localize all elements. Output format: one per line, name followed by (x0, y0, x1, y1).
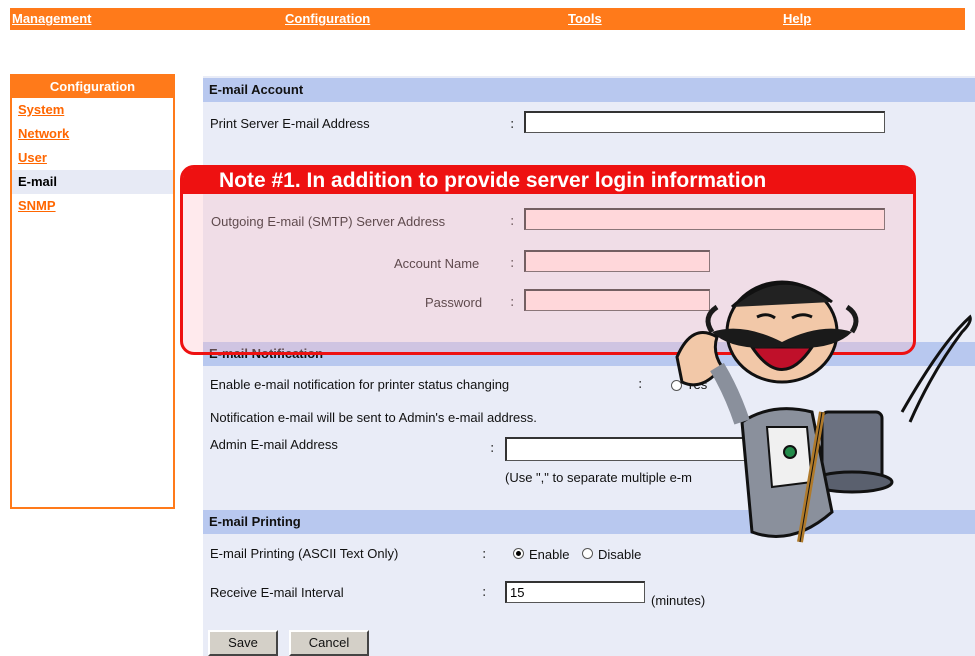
save-button[interactable]: Save (208, 630, 278, 656)
colon: : (482, 585, 487, 600)
colon: : (482, 547, 487, 562)
top-navigation-bar: Management Configuration Tools Help (10, 8, 965, 30)
sidebar-item-network[interactable]: Network (12, 122, 173, 146)
sidebar-item-email[interactable]: E-mail (12, 170, 173, 194)
email-account-header: E-mail Account (203, 78, 975, 102)
config-sidebar: Configuration System Network User E-mail… (10, 74, 175, 509)
nav-help-link[interactable]: Help (783, 11, 811, 26)
admin-email-label: Admin E-mail Address (210, 437, 338, 452)
printing-enable-label: Enable (529, 547, 570, 562)
ringmaster-cartoon-illustration (675, 280, 972, 543)
nav-configuration-link[interactable]: Configuration (285, 11, 370, 26)
sidebar-item-system[interactable]: System (12, 98, 173, 122)
note-title: Note #1. In addition to provide server l… (183, 168, 913, 194)
email-printing-label: E-mail Printing (ASCII Text Only) (210, 546, 399, 561)
receive-interval-input[interactable] (505, 581, 645, 603)
sidebar-item-snmp[interactable]: SNMP (12, 194, 173, 218)
colon: : (490, 441, 495, 456)
cancel-button[interactable]: Cancel (289, 630, 369, 656)
sidebar-title: Configuration (12, 76, 173, 98)
colon: : (638, 377, 643, 392)
print-server-email-input[interactable] (524, 111, 885, 133)
printing-disable-radio[interactable] (582, 548, 593, 559)
whip-icon (900, 314, 972, 423)
print-server-email-label: Print Server E-mail Address (210, 116, 370, 131)
enable-notification-label: Enable e-mail notification for printer s… (210, 377, 510, 392)
notification-info-text: Notification e-mail will be sent to Admi… (210, 410, 537, 425)
printing-disable-label: Disable (598, 547, 642, 562)
printing-enable-radio[interactable] (513, 548, 524, 559)
sidebar-item-user[interactable]: User (12, 146, 173, 170)
nav-tools-link[interactable]: Tools (568, 11, 602, 26)
receive-interval-label: Receive E-mail Interval (210, 585, 344, 600)
interval-unit-label: (minutes) (651, 593, 706, 608)
colon: : (510, 117, 515, 132)
separator-hint-text: (Use "," to separate multiple e-m (505, 470, 692, 485)
nav-management-link[interactable]: Management (12, 11, 91, 26)
